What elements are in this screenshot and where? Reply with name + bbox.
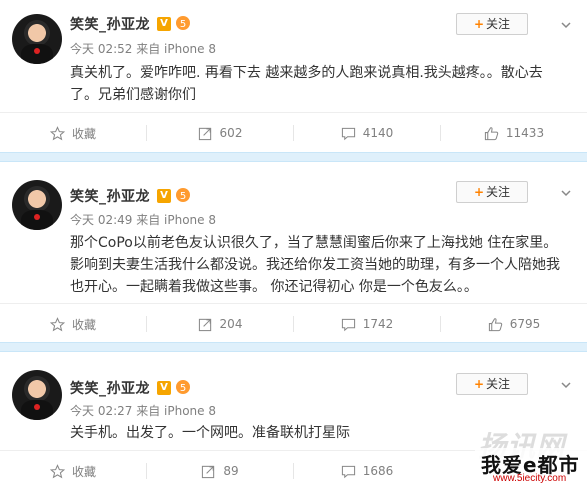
plus-icon: + (473, 185, 485, 199)
favorite-label: 收藏 (71, 126, 96, 141)
feed-separator (0, 152, 587, 162)
comment-button[interactable]: 1742 (294, 304, 440, 344)
feed-separator (0, 342, 587, 352)
comment-count: 1742 (362, 317, 394, 331)
action-bar: 收藏 204 1742 6795 (0, 303, 587, 344)
weibo-post-2: 笑笑_孙亚龙 V 5 今天 02:49 来自 iPhone 8 + 关注 那个Co… (0, 162, 587, 342)
post-time-source[interactable]: 今天 02:49 来自 iPhone 8 (70, 211, 216, 228)
favorite-button[interactable]: 收藏 (0, 113, 146, 153)
chevron-down-icon[interactable] (560, 19, 572, 31)
follow-button[interactable]: + 关注 (456, 373, 528, 395)
post-content: 真关机了。爱咋咋吧. 再看下去 越来越多的人跑来说真相.我头越疼。。散心去了。兄… (70, 65, 543, 103)
avatar[interactable] (12, 370, 62, 420)
svg-text:5: 5 (180, 19, 186, 30)
star-icon (49, 316, 65, 331)
follow-button[interactable]: + 关注 (456, 181, 528, 203)
comment-button[interactable]: 4140 (294, 113, 440, 153)
star-icon (49, 463, 65, 478)
follow-label: 关注 (486, 377, 511, 391)
post-time-source[interactable]: 今天 02:27 来自 iPhone 8 (70, 402, 216, 419)
comment-count: 4140 (362, 126, 394, 140)
comment-count: 1686 (362, 464, 394, 478)
plus-icon: + (473, 17, 485, 31)
comment-button[interactable]: 1686 (294, 451, 440, 491)
comment-icon (341, 465, 355, 478)
like-count: 6795 (509, 317, 541, 331)
follow-label: 关注 (486, 185, 511, 199)
favorite-label: 收藏 (71, 317, 96, 332)
level-5-icon: 5 (176, 380, 190, 394)
post-content: 那个CoPo以前老色友认识很久了，当了慧慧闺蜜后你来了上海找她 住在家里。影响到… (70, 235, 560, 295)
svg-text:5: 5 (180, 191, 186, 202)
favorite-label: 收藏 (71, 464, 96, 479)
favorite-button[interactable]: 收藏 (0, 451, 146, 491)
username[interactable]: 笑笑_孙亚龙 (70, 378, 150, 398)
watermark-url: www.5iecity.com (493, 473, 567, 484)
level-5-icon: 5 (176, 188, 190, 202)
username[interactable]: 笑笑_孙亚龙 (70, 186, 150, 206)
chevron-down-icon[interactable] (560, 379, 572, 391)
repost-count: 89 (223, 464, 239, 478)
repost-icon (202, 465, 215, 478)
thumbs-up-icon (484, 126, 499, 140)
repost-icon (198, 318, 211, 331)
action-bar: 收藏 602 4140 11433 (0, 112, 587, 153)
follow-button[interactable]: + 关注 (456, 13, 528, 35)
weibo-post-1: 笑笑_孙亚龙 V 5 今天 02:52 来自 iPhone 8 + 关注 真关机了… (0, 0, 587, 152)
follow-label: 关注 (486, 17, 511, 31)
chevron-down-icon[interactable] (560, 187, 572, 199)
repost-count: 204 (219, 317, 243, 331)
thumbs-up-icon (488, 317, 502, 331)
v-badge-icon: V (157, 381, 171, 395)
avatar[interactable] (12, 180, 62, 230)
comment-icon (341, 127, 355, 140)
v-badge-icon: V (157, 189, 171, 203)
like-button[interactable]: 6795 (441, 304, 587, 344)
v-badge-icon: V (157, 17, 171, 31)
svg-text:5: 5 (180, 383, 186, 394)
star-icon (49, 125, 65, 140)
repost-button[interactable]: 204 (147, 304, 293, 344)
like-button[interactable]: 11433 (441, 113, 587, 153)
repost-count: 602 (219, 126, 243, 140)
repost-icon (198, 127, 211, 140)
plus-icon: + (473, 377, 485, 391)
repost-button[interactable]: 89 (147, 451, 293, 491)
avatar[interactable] (12, 14, 62, 64)
post-time-source[interactable]: 今天 02:52 来自 iPhone 8 (70, 40, 216, 57)
watermark-logo: 我爱e都市 www.5iecity.com (475, 448, 587, 487)
comment-icon (341, 318, 355, 331)
repost-button[interactable]: 602 (147, 113, 293, 153)
level-5-icon: 5 (176, 16, 190, 30)
like-count: 11433 (505, 126, 545, 140)
username[interactable]: 笑笑_孙亚龙 (70, 14, 150, 34)
favorite-button[interactable]: 收藏 (0, 304, 146, 344)
